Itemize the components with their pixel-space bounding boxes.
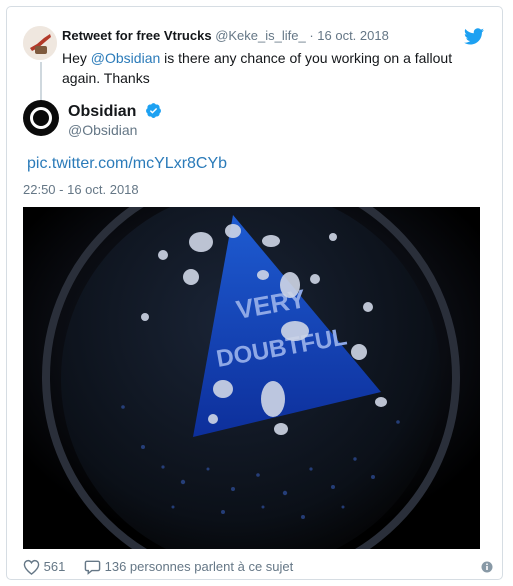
obsidian-avatar[interactable] — [23, 100, 59, 136]
tweet-media-image[interactable]: VERY DOUBTFUL — [23, 207, 480, 549]
speech-bubble-icon[interactable] — [84, 559, 101, 575]
like-count[interactable]: 561 — [44, 559, 66, 574]
author-display-name[interactable]: Obsidian — [68, 103, 136, 120]
reply-text-prefix: Hey — [62, 50, 91, 66]
info-icon[interactable] — [481, 561, 493, 573]
conversation-action[interactable]: 136 personnes parlent à ce sujet — [84, 559, 293, 575]
reply-handle[interactable]: @Keke_is_life_ — [215, 28, 306, 43]
tweet-footer: 561 136 personnes parlent à ce sujet — [23, 557, 493, 577]
tweet-timestamp[interactable]: 22:50 - 16 oct. 2018 — [23, 182, 139, 197]
tweet-author-name[interactable]: Obsidian — [68, 102, 162, 121]
embedded-tweet-card: Retweet for free Vtrucks @Keke_is_life_ … — [6, 6, 503, 580]
thread-connector — [40, 62, 42, 102]
magic-8-ball-window-image: VERY DOUBTFUL — [23, 207, 480, 549]
verified-badge-icon — [145, 103, 161, 118]
reply-avatar[interactable] — [23, 26, 57, 60]
reply-display-name[interactable]: Retweet for free Vtrucks — [62, 28, 212, 43]
reply-text: Hey @Obsidian is there any chance of you… — [62, 48, 467, 88]
conversation-count[interactable]: 136 personnes parlent à ce sujet — [105, 559, 294, 574]
mention-link[interactable]: @Obsidian — [91, 50, 160, 66]
obsidian-logo-ring — [30, 107, 52, 129]
tweet-pic-link[interactable]: pic.twitter.com/mcYLxr8CYb — [27, 155, 227, 173]
tweet-author-handle[interactable]: @Obsidian — [68, 122, 137, 138]
reply-header: Retweet for free Vtrucks @Keke_is_life_ … — [62, 28, 389, 43]
heart-icon[interactable] — [23, 559, 40, 575]
reply-date[interactable]: · 16 oct. 2018 — [306, 28, 389, 43]
twitter-bird-icon[interactable] — [464, 28, 484, 45]
like-action[interactable]: 561 — [23, 559, 65, 575]
reply-tweet[interactable]: Retweet for free Vtrucks @Keke_is_life_ … — [7, 7, 502, 102]
